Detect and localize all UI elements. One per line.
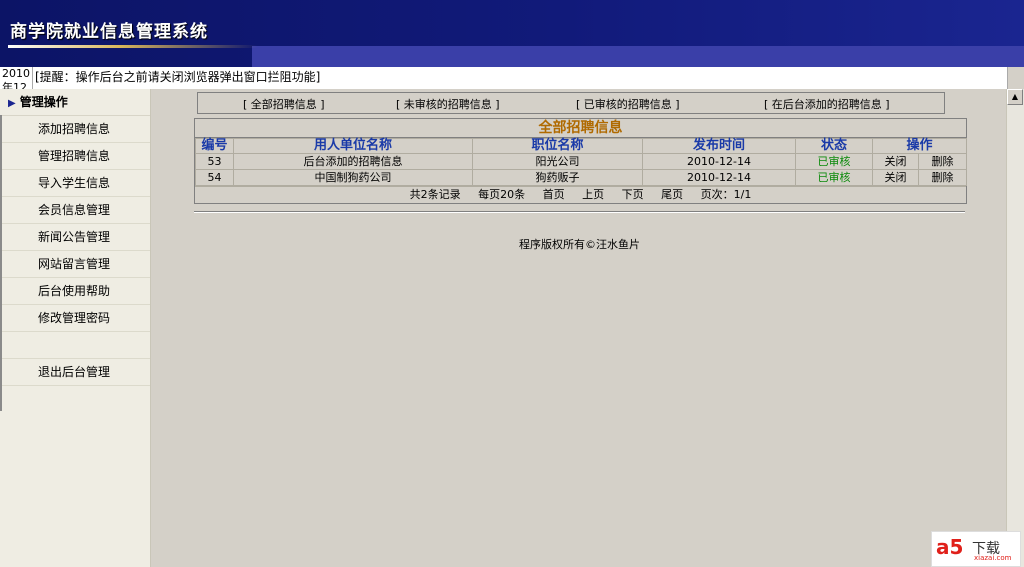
col-actions: 操作: [871, 138, 968, 154]
job-list: 全部招聘信息 编号 用人单位名称 职位名称 发布时间 状态 操作 53 后台添加…: [194, 118, 968, 204]
sidebar-item-manage-jobs[interactable]: 管理招聘信息: [0, 143, 150, 170]
notice-scrollbar[interactable]: [1007, 67, 1024, 89]
col-company: 用人单位名称: [233, 138, 473, 154]
notice-date: 2010年12: [0, 67, 33, 89]
pager-total: 共2条记录: [409, 188, 461, 201]
sidebar-item-add-job[interactable]: 添加招聘信息: [0, 116, 150, 143]
sidebar-item-help[interactable]: 后台使用帮助: [0, 278, 150, 305]
notice-text: [提醒：操作后台之前请关闭浏览器弹出窗口拦阻功能]: [35, 70, 321, 84]
pager-prev[interactable]: 上页: [582, 188, 604, 201]
delete-button[interactable]: 删除: [917, 153, 968, 170]
delete-button[interactable]: 删除: [917, 169, 968, 186]
sidebar-item-import-students[interactable]: 导入学生信息: [0, 170, 150, 197]
filter-backend-added[interactable]: [ 在后台添加的招聘信息 ]: [764, 96, 890, 112]
header-banner: 商学院就业信息管理系统: [0, 0, 1024, 67]
arrow-right-icon: ▶: [8, 98, 16, 109]
list-caption: 全部招聘信息: [195, 119, 966, 138]
filter-reviewed[interactable]: [ 已审核的招聘信息 ]: [576, 96, 680, 112]
vertical-scrollbar[interactable]: ▲: [1006, 89, 1024, 567]
copyright-text: 程序版权所有©汪水鱼片: [519, 238, 640, 251]
cell-position: 阳光公司: [472, 153, 643, 170]
pagination: 共2条记录 每页20条 首页 上页 下页 尾页 页次：1/1: [195, 186, 966, 203]
cell-position: 狗药贩子: [472, 169, 643, 186]
sidebar-item-news[interactable]: 新闻公告管理: [0, 224, 150, 251]
sidebar-spacer: [0, 332, 150, 359]
close-button[interactable]: 关闭: [872, 153, 919, 170]
sidebar-heading: ▶ 管理操作: [0, 89, 150, 116]
watermark-badge: a5 下载 xiazai.com: [931, 531, 1021, 567]
sidebar-item-change-password[interactable]: 修改管理密码: [0, 305, 150, 332]
cell-date: 2010-12-14: [642, 169, 796, 186]
main-content: [ 全部招聘信息 ] [ 未审核的招聘信息 ] [ 已审核的招聘信息 ] [ 在…: [151, 89, 1006, 567]
cell-company: 后台添加的招聘信息: [233, 153, 473, 170]
pager-next[interactable]: 下页: [622, 188, 644, 201]
close-button[interactable]: 关闭: [872, 169, 919, 186]
table-row: 53 后台添加的招聘信息 阳光公司 2010-12-14 已审核 关闭 删除: [195, 153, 968, 170]
sidebar: ▶ 管理操作 添加招聘信息 管理招聘信息 导入学生信息 会员信息管理 新闻公告管理…: [0, 89, 151, 567]
sidebar-edge: [0, 115, 2, 411]
pager-per-page: 每页20条: [478, 188, 526, 201]
notice-bar: 2010年12 [提醒：操作后台之前请关闭浏览器弹出窗口拦阻功能]: [0, 67, 1024, 90]
filter-all[interactable]: [ 全部招聘信息 ]: [243, 96, 325, 112]
cell-company: 中国制狗药公司: [233, 169, 473, 186]
pager-page: 页次：1/1: [700, 188, 752, 201]
watermark-site: xiazai.com: [974, 554, 1012, 562]
divider: [194, 211, 965, 213]
sidebar-item-messages[interactable]: 网站留言管理: [0, 251, 150, 278]
filter-unreviewed[interactable]: [ 未审核的招聘信息 ]: [396, 96, 500, 112]
header-band: [252, 46, 1024, 67]
job-table: 编号 用人单位名称 职位名称 发布时间 状态 操作 53 后台添加的招聘信息 阳…: [195, 138, 968, 186]
sidebar-heading-label: 管理操作: [19, 95, 68, 109]
table-header-row: 编号 用人单位名称 职位名称 发布时间 状态 操作: [195, 138, 968, 154]
sidebar-item-members[interactable]: 会员信息管理: [0, 197, 150, 224]
scroll-up-icon[interactable]: ▲: [1007, 89, 1023, 105]
col-date: 发布时间: [642, 138, 796, 154]
sidebar-item-logout[interactable]: 退出后台管理: [0, 359, 150, 386]
cell-id: 53: [195, 153, 234, 170]
title-underline: [8, 45, 258, 48]
pager-last[interactable]: 尾页: [661, 188, 683, 201]
col-position: 职位名称: [472, 138, 643, 154]
table-row: 54 中国制狗药公司 狗药贩子 2010-12-14 已审核 关闭 删除: [195, 169, 968, 186]
cell-id: 54: [195, 169, 234, 186]
watermark-logo: a5: [936, 535, 964, 559]
col-status: 状态: [795, 138, 873, 154]
cell-date: 2010-12-14: [642, 153, 796, 170]
cell-status[interactable]: 已审核: [795, 169, 873, 186]
app-title: 商学院就业信息管理系统: [10, 22, 208, 42]
cell-status[interactable]: 已审核: [795, 153, 873, 170]
filter-bar: [ 全部招聘信息 ] [ 未审核的招聘信息 ] [ 已审核的招聘信息 ] [ 在…: [197, 92, 945, 114]
pager-first[interactable]: 首页: [543, 188, 565, 201]
col-id: 编号: [195, 138, 234, 154]
